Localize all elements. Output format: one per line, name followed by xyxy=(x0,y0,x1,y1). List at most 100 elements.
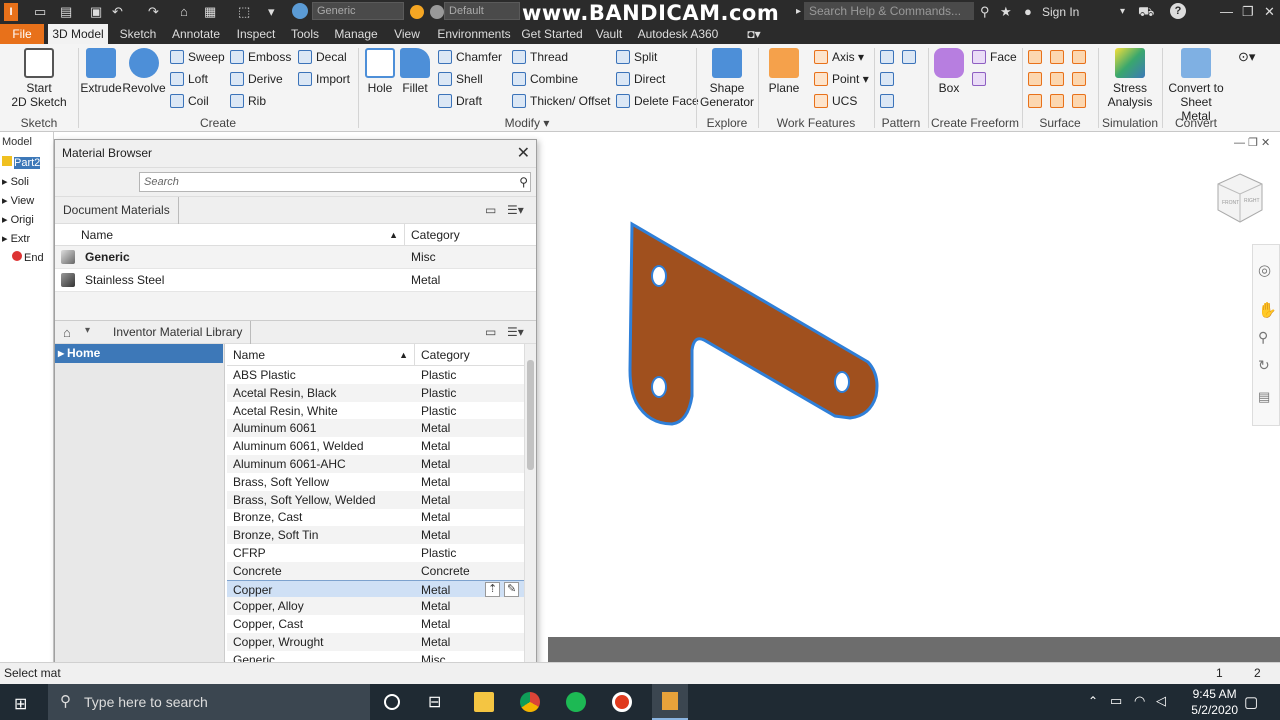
scrollbar[interactable] xyxy=(524,344,536,684)
edit-material-icon[interactable]: ✎ xyxy=(504,581,520,597)
chamfer-button[interactable]: Chamfer xyxy=(438,48,502,66)
tree-item-home[interactable]: ▶ Home xyxy=(55,344,223,363)
undo-icon[interactable]: ↶ xyxy=(112,3,123,21)
tab-vault[interactable]: Vault xyxy=(590,24,628,44)
table-row[interactable]: Acetal Resin, Black Plastic xyxy=(227,383,524,402)
minimize-icon[interactable]: — xyxy=(1220,3,1233,21)
add-to-document-icon[interactable]: ⇡ xyxy=(485,581,501,597)
save-icon[interactable]: ▣ xyxy=(90,3,102,21)
viewcube[interactable]: FRONT RIGHT xyxy=(1216,172,1264,224)
material-search-input[interactable]: Search xyxy=(139,172,531,192)
tab-environments[interactable]: Environments xyxy=(432,24,516,44)
direct-button[interactable]: Direct xyxy=(616,70,665,88)
coil-button[interactable]: Coil xyxy=(170,92,209,110)
cart-icon[interactable]: ⛟ xyxy=(1138,3,1154,21)
table-row[interactable]: Acetal Resin, White Plastic xyxy=(227,402,524,420)
convert-to-sheet-metal-button[interactable]: Convert to Sheet Metal xyxy=(1166,48,1226,123)
close-icon[interactable]: ✕ xyxy=(1264,3,1275,21)
library-dropdown-icon[interactable]: ▾ xyxy=(85,325,90,336)
inventor-taskbar-button[interactable] xyxy=(652,684,688,720)
tree-item-end-of-part[interactable]: End xyxy=(2,251,54,264)
surface-trim-button[interactable] xyxy=(1050,70,1068,88)
spotify-icon[interactable] xyxy=(566,692,586,712)
import-button[interactable]: Import xyxy=(298,70,350,88)
notifications-icon[interactable]: ▢ xyxy=(1244,693,1258,711)
star-icon[interactable]: ★ xyxy=(1000,3,1012,21)
tab-file[interactable]: File xyxy=(0,24,44,44)
table-row[interactable]: Copper, Alloy Metal xyxy=(227,597,524,616)
tree-item-origin[interactable]: ▸ Origi xyxy=(2,213,54,226)
shell-button[interactable]: Shell xyxy=(438,70,483,88)
axis-button[interactable]: Axis ▾ xyxy=(814,48,864,66)
column-header-name[interactable]: Name ▲ xyxy=(227,344,415,366)
scrollbar-thumb[interactable] xyxy=(527,360,534,470)
tree-item-solids[interactable]: ▸ Soli xyxy=(2,175,54,188)
orbit-icon[interactable]: ↻ xyxy=(1258,357,1270,374)
help-search-input[interactable]: Search Help & Commands... xyxy=(804,2,974,20)
surface-replace-button[interactable] xyxy=(1028,92,1046,110)
split-button[interactable]: Split xyxy=(616,48,657,66)
part-model-view[interactable] xyxy=(600,210,900,440)
close-icon[interactable]: ✕ xyxy=(517,143,530,163)
column-header-category[interactable]: Category xyxy=(415,344,524,366)
hole-button[interactable]: Hole xyxy=(362,48,398,95)
table-row[interactable]: Brass, Soft Yellow, Welded Metal xyxy=(227,490,524,509)
decal-button[interactable]: Decal xyxy=(298,48,347,66)
sketch-pattern-button[interactable] xyxy=(880,92,898,110)
windows-start-icon[interactable]: ⊞ xyxy=(14,694,27,714)
delete-face-button[interactable]: Delete Face xyxy=(616,92,699,110)
file-explorer-icon[interactable] xyxy=(474,692,494,712)
surface-extend-button[interactable] xyxy=(1072,70,1090,88)
table-row[interactable]: Aluminum 6061, Welded Metal xyxy=(227,437,524,455)
freeform-face-button[interactable]: Face xyxy=(972,48,1017,66)
toggle-panel-icon[interactable]: ▭ xyxy=(485,325,496,339)
surface-repair-button[interactable] xyxy=(1050,92,1068,110)
revolve-button[interactable]: Revolve xyxy=(122,48,166,95)
sign-in-link[interactable]: Sign In xyxy=(1042,3,1079,21)
shape-generator-button[interactable]: Shape Generator xyxy=(700,48,754,109)
taskbar-search-input[interactable]: ⚲ Type here to search xyxy=(48,684,370,720)
help-icon[interactable]: ? xyxy=(1170,3,1186,19)
chrome-icon[interactable] xyxy=(520,692,540,712)
column-header-name[interactable]: Name ▲ xyxy=(55,224,405,246)
redo-icon[interactable]: ↷ xyxy=(148,3,159,21)
show-hidden-icons-icon[interactable]: ⌃ xyxy=(1088,694,1098,708)
table-row[interactable]: Copper, Wrought Metal xyxy=(227,633,524,651)
surface-sculpt-button[interactable] xyxy=(1072,48,1090,66)
column-header-category[interactable]: Category xyxy=(405,224,536,246)
cortana-icon[interactable] xyxy=(384,694,400,710)
table-row[interactable]: Aluminum 6061 Metal xyxy=(227,419,524,438)
material-combo[interactable]: Generic xyxy=(312,2,404,20)
select-icon[interactable]: ⬚ xyxy=(238,3,250,21)
surface-thicken-button[interactable] xyxy=(1028,48,1046,66)
ucs-button[interactable]: UCS xyxy=(814,92,857,110)
tab-autodesk-a360[interactable]: Autodesk A360 xyxy=(636,24,720,44)
loft-button[interactable]: Loft xyxy=(170,70,208,88)
fillet-button[interactable]: Fillet xyxy=(398,48,432,95)
expand-arrow-icon[interactable]: ▸ xyxy=(796,3,801,21)
combine-button[interactable]: Combine xyxy=(512,70,578,88)
draft-button[interactable]: Draft xyxy=(438,92,482,110)
tab-overflow-icon[interactable]: ◘▾ xyxy=(742,24,766,44)
appearance-combo[interactable]: Default xyxy=(444,2,520,20)
bracket-part[interactable] xyxy=(628,221,879,426)
sweep-button[interactable]: Sweep xyxy=(170,48,225,66)
extrude-button[interactable]: Extrude xyxy=(80,48,122,95)
settings-icon[interactable]: ▾ xyxy=(268,3,275,21)
search-icon[interactable]: ⚲ xyxy=(519,175,528,189)
user-icon[interactable]: ● xyxy=(1024,3,1032,21)
thicken-offset-button[interactable]: Thicken/ Offset xyxy=(512,92,610,110)
view-options-icon[interactable]: ☰▾ xyxy=(507,203,524,217)
tab-manage[interactable]: Manage xyxy=(330,24,382,44)
tab-get-started[interactable]: Get Started xyxy=(520,24,584,44)
binoculars-icon[interactable]: ⚲ xyxy=(980,3,990,21)
table-row[interactable]: CFRP Plastic xyxy=(227,544,524,562)
table-row[interactable]: Bronze, Soft Tin Metal xyxy=(227,526,524,545)
table-row[interactable]: Bronze, Cast Metal xyxy=(227,508,524,526)
ribbon-options-icon[interactable]: ⊙▾ xyxy=(1238,48,1255,66)
tree-item-extrusion[interactable]: ▸ Extr xyxy=(2,232,54,245)
restore-icon[interactable]: ❐ xyxy=(1242,3,1254,21)
table-row[interactable]: Generic Misc xyxy=(55,246,536,269)
network-icon[interactable]: ▭ xyxy=(1110,693,1122,709)
library-breadcrumb[interactable]: Inventor Material Library xyxy=(105,321,252,345)
